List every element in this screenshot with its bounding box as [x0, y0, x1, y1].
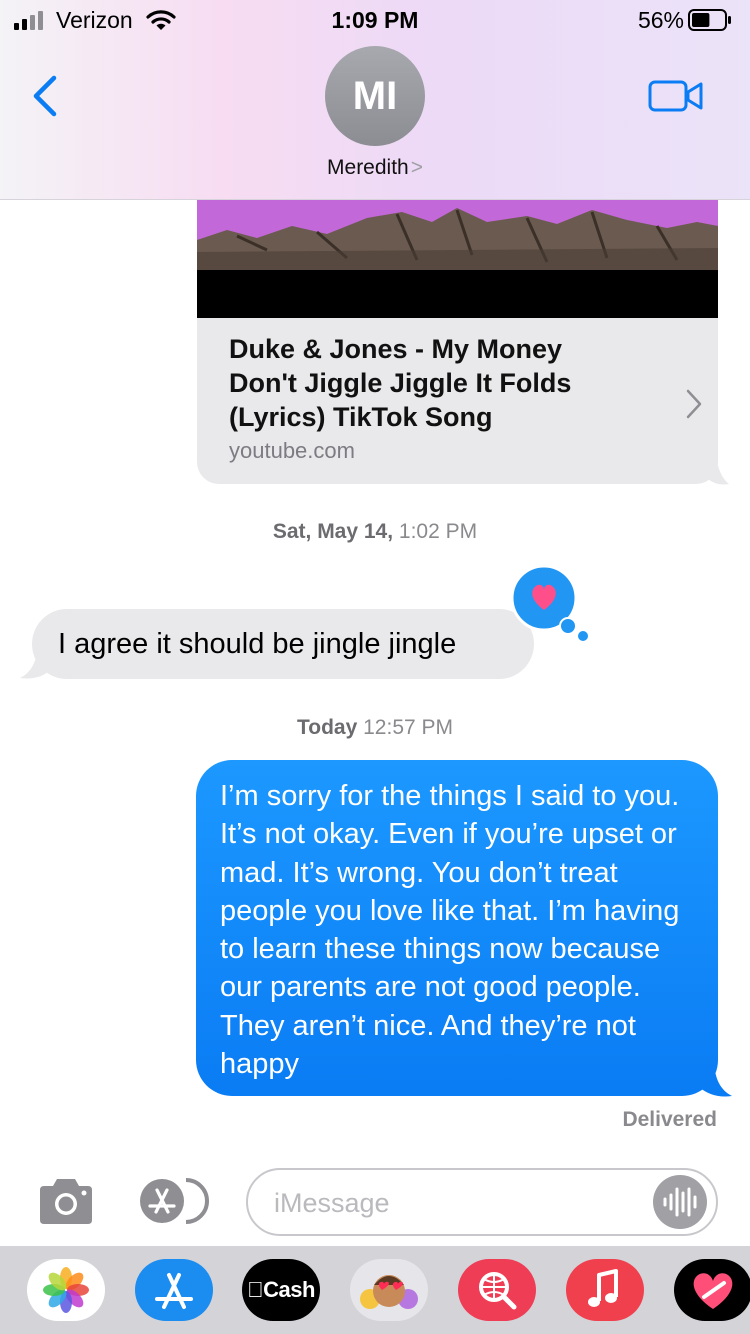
heart-tapback-icon[interactable] [506, 564, 592, 644]
battery-percent: 56% [637, 7, 684, 33]
app-store-apps-icon[interactable] [138, 1178, 214, 1224]
contact-name-button[interactable]: Meredith> [0, 156, 750, 180]
link-preview-domain: youtube.com [229, 438, 355, 463]
chevron-right-icon: > [410, 156, 423, 179]
photos-icon[interactable] [27, 1259, 105, 1321]
imessage-placeholder: iMessage [274, 1188, 390, 1218]
apple-cash-icon[interactable]: Cash [242, 1259, 320, 1321]
back-chevron-icon[interactable] [28, 72, 64, 120]
link-preview-body: Duke & Jones - My Money Don't Jiggle Jig… [197, 318, 718, 484]
status-bar: Verizon 1:09 PM 56% [0, 0, 750, 40]
music-icon[interactable] [566, 1259, 644, 1321]
delivery-status: Delivered [622, 1108, 717, 1131]
incoming-message-bubble[interactable]: I agree it should be jingle jingle [32, 609, 534, 679]
image-search-icon[interactable] [458, 1259, 536, 1321]
facetime-video-icon[interactable] [648, 78, 704, 114]
battery-icon [688, 9, 731, 31]
link-preview-image [197, 200, 718, 318]
message-timestamp: Sat, May 14, 1:02 PM [272, 520, 478, 543]
audio-message-icon[interactable] [652, 1174, 708, 1230]
imessage-input[interactable]: iMessage [246, 1168, 718, 1236]
link-preview-bubble[interactable]: Duke & Jones - My Money Don't Jiggle Jig… [197, 200, 729, 485]
apple-cash-label: Cash [247, 1277, 315, 1302]
outgoing-message-bubble[interactable]: I’m sorry for the things I said to you. … [196, 760, 718, 1096]
contact-avatar[interactable]: MI [325, 46, 425, 146]
camera-icon[interactable] [36, 1176, 96, 1226]
app-drawer: Cash [0, 1246, 750, 1334]
digital-touch-icon[interactable] [674, 1259, 750, 1321]
app-store-icon[interactable] [135, 1259, 213, 1321]
message-timestamp: Today 12:57 PM [296, 716, 454, 739]
memoji-icon[interactable] [350, 1259, 428, 1321]
bubble-tail [707, 440, 729, 485]
avatar-initials: MI [352, 73, 398, 118]
chevron-right-icon [686, 389, 702, 419]
link-preview-title: Duke & Jones - My Money Don't Jiggle Jig… [229, 334, 572, 432]
conversation-header: Verizon 1:09 PM 56% MI Meredith> [0, 0, 750, 200]
contact-name: Meredith [327, 156, 409, 179]
